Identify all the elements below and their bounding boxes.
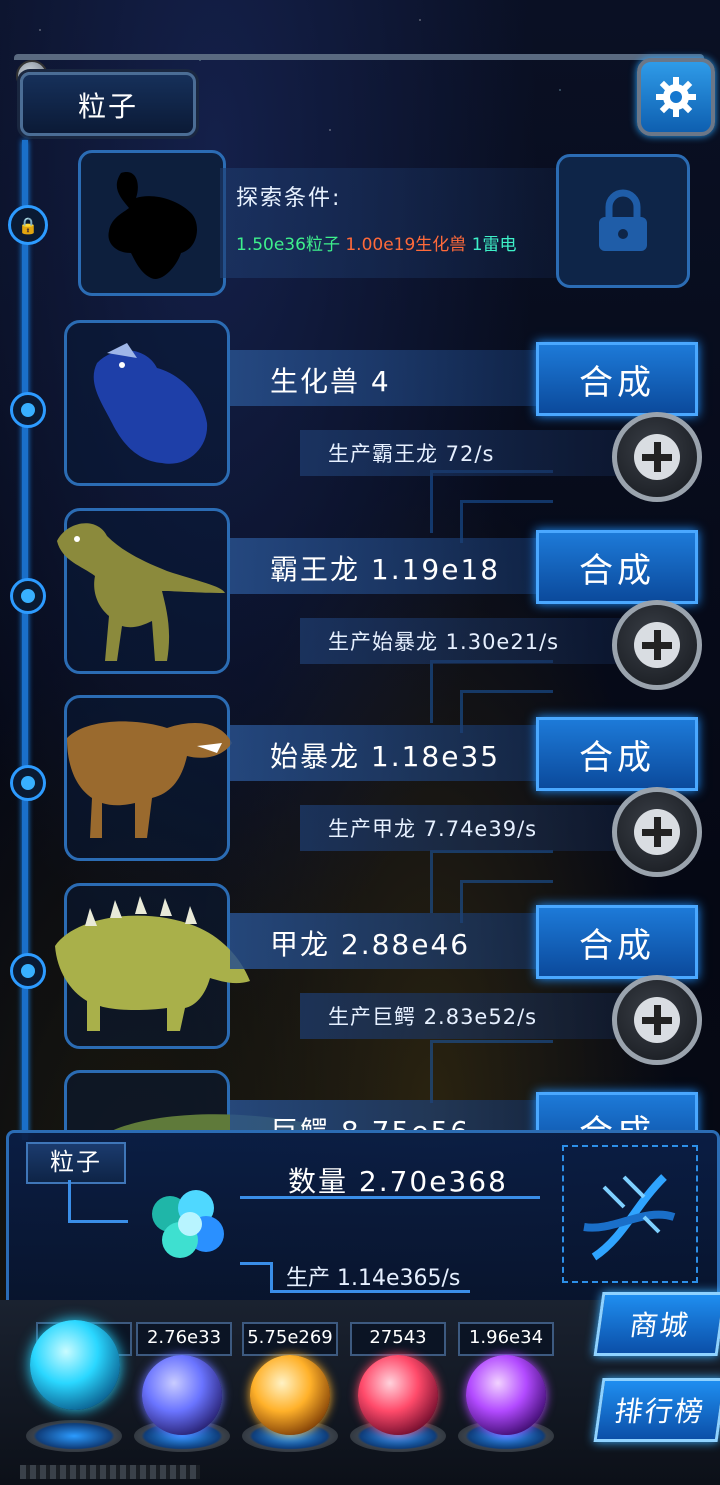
ranking-button[interactable]: 排行榜	[593, 1378, 720, 1442]
locked-button[interactable]	[556, 154, 690, 288]
cond-particle: 1.50e36粒子	[236, 235, 340, 255]
plus-icon	[634, 622, 680, 668]
particle-production: 生产 1.14e365/s	[286, 1266, 461, 1291]
explore-conditions: 1.50e36粒子 1.00e19生化兽 1雷电	[236, 230, 517, 255]
plus-icon	[634, 809, 680, 855]
creature-portrait[interactable]	[64, 1070, 307, 1130]
resource-value: 27543	[350, 1322, 446, 1356]
creature-name: 甲龙 2.88e46	[270, 928, 471, 961]
lock-icon	[599, 189, 647, 251]
creature-name: 始暴龙 1.18e35	[270, 740, 501, 773]
resource-value: 2.76e33	[136, 1322, 232, 1356]
explore-label: 探索条件:	[236, 186, 342, 211]
explore-panel: 探索条件: 1.50e36粒子 1.00e19生化兽 1雷电	[78, 150, 690, 296]
dna-frame	[562, 1145, 698, 1283]
title-box: 粒子	[20, 72, 196, 136]
creature-row: 生化兽 4 生产霸王龙 72/s 合成	[0, 320, 720, 502]
settings-button[interactable]	[637, 58, 715, 136]
top-bar: 粒子	[0, 40, 720, 140]
synthesize-button[interactable]: 合成	[536, 717, 698, 791]
particle-cluster-icon	[140, 1180, 236, 1276]
creature-name: 霸王龙 1.19e18	[270, 553, 501, 586]
creature-production: 生产巨鳄 2.83e52/s	[328, 1005, 538, 1029]
add-button[interactable]	[612, 787, 702, 877]
creature-portrait[interactable]	[55, 883, 250, 1049]
biochem-beast-icon	[93, 343, 208, 464]
plus-icon	[634, 434, 680, 480]
particle-orb-icon[interactable]	[30, 1320, 120, 1410]
particle-panel-title: 粒子	[26, 1142, 126, 1184]
fire-orb-icon[interactable]	[250, 1355, 330, 1435]
creature-row: 霸王龙 1.19e18 生产始暴龙 1.30e21/s 合成	[0, 508, 720, 690]
connector-line	[68, 1220, 128, 1223]
dna-icon	[583, 1174, 676, 1261]
creature-production: 生产甲龙 7.74e39/s	[328, 817, 538, 841]
creature-row: 甲龙 2.88e46 生产巨鳄 2.83e52/s 合成	[0, 883, 720, 1065]
creature-portrait[interactable]	[64, 320, 230, 486]
synthesize-button[interactable]: 合成	[536, 530, 698, 604]
ankylosaurus-icon	[55, 896, 250, 1031]
creature-name: 巨鳄 8.75e56	[270, 1110, 470, 1130]
creature-row: 始暴龙 1.18e35 生产甲龙 7.74e39/s 合成	[0, 695, 720, 877]
resource-value: 5.75e269	[242, 1322, 338, 1356]
dock-vent	[20, 1465, 200, 1479]
creature-production: 生产霸王龙 72/s	[328, 442, 495, 466]
silhouette-icon	[108, 172, 197, 279]
gear-icon	[656, 77, 696, 117]
plus-icon	[634, 997, 680, 1043]
add-button[interactable]	[612, 975, 702, 1065]
resource-value: 1.96e34	[458, 1322, 554, 1356]
creature-portrait[interactable]	[64, 695, 232, 861]
connector-line	[68, 1180, 71, 1222]
connector-line	[240, 1262, 270, 1265]
particle-count: 数量 2.70e368	[288, 1165, 508, 1198]
synthesize-button[interactable]: 合成	[536, 1092, 698, 1130]
creature-name: 生化兽 4	[270, 365, 391, 398]
lock-node-icon: 🔒	[8, 205, 48, 245]
creature-portrait[interactable]	[57, 508, 230, 674]
synthesize-button[interactable]: 合成	[536, 342, 698, 416]
add-button[interactable]	[612, 600, 702, 690]
brain-orb-icon[interactable]	[358, 1355, 438, 1435]
connector-line	[270, 1262, 273, 1290]
page-title: 粒子	[77, 90, 138, 123]
creature-production: 生产始暴龙 1.30e21/s	[328, 630, 560, 654]
t-rex-icon	[57, 523, 225, 661]
dinosaur-icon	[67, 721, 232, 838]
cond-biochem: 1.00e19生化兽	[345, 235, 467, 255]
add-button[interactable]	[612, 412, 702, 502]
orb-pedestal	[26, 1420, 122, 1452]
synthesize-button[interactable]: 合成	[536, 905, 698, 979]
shop-button[interactable]: 商城	[593, 1292, 720, 1356]
locked-creature-portrait	[78, 150, 226, 296]
thunder-orb-icon[interactable]	[142, 1355, 222, 1435]
vortex-orb-icon[interactable]	[466, 1355, 546, 1435]
cond-thunder: 1雷电	[471, 235, 517, 255]
creature-row: 巨鳄 8.75e56 合成	[0, 1070, 720, 1130]
